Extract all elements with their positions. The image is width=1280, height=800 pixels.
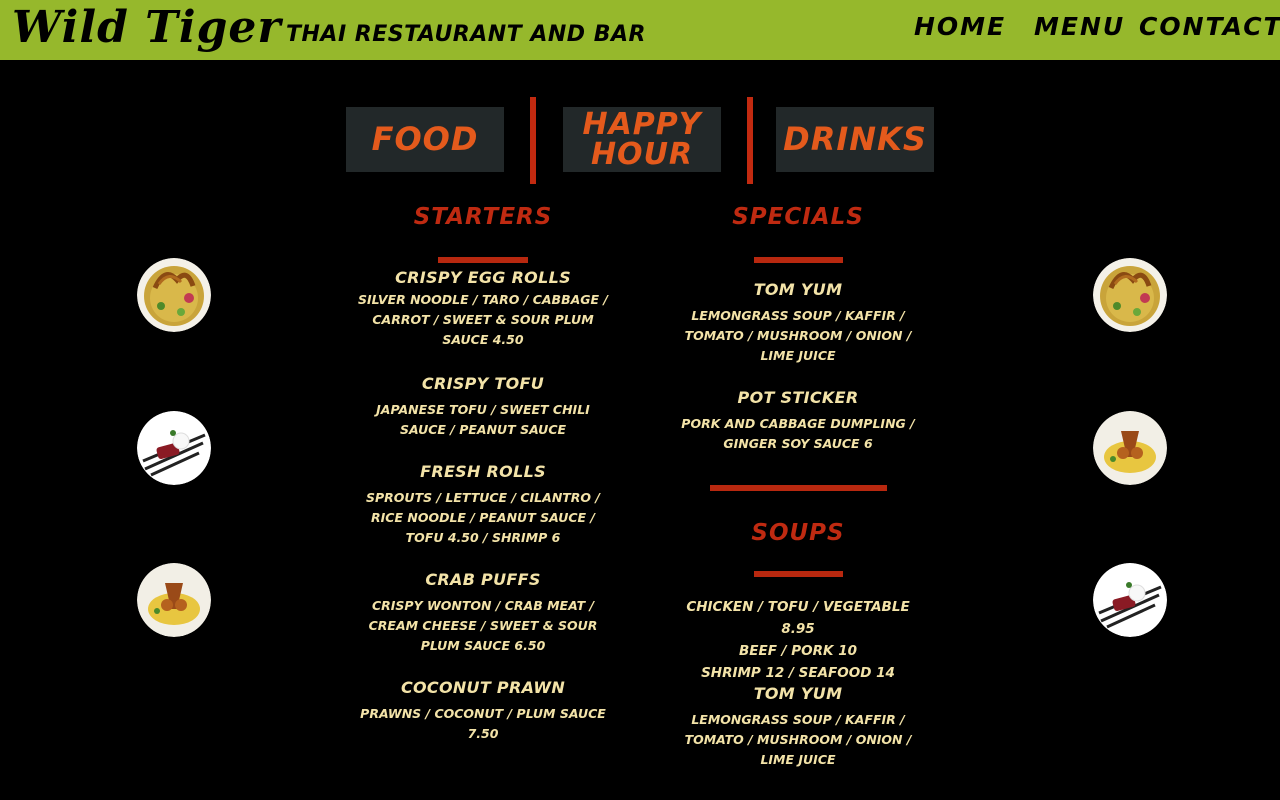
roast-duck-curry-icon [1093, 411, 1167, 485]
menu-item-name: CRAB PUFFS [425, 570, 541, 589]
roast-duck-curry-icon [137, 563, 211, 637]
menu-item: CRISPY TOFU JAPANESE TOFU / SWEET CHILI … [352, 374, 614, 440]
dessert-plate-icon [137, 411, 211, 485]
menu-item-desc: SPROUTS / LETTUCE / CILANTRO / RICE NOOD… [366, 490, 600, 545]
menu-item: CRAB PUFFS CRISPY WONTON / CRAB MEAT / C… [352, 570, 614, 656]
soup-price-line: CHICKEN / TOFU / VEGETABLE 8.95 [686, 599, 910, 637]
tab-food[interactable]: FOOD [346, 107, 504, 172]
soup-price-line: BEEF / PORK 10 [739, 643, 857, 659]
menu-item: TOM YUM LEMONGRASS SOUP / KAFFIR / TOMAT… [670, 684, 926, 770]
tab-divider [747, 97, 753, 184]
nav-link-menu[interactable]: MENU [1034, 12, 1125, 41]
menu-item: TOM YUM LEMONGRASS SOUP / KAFFIR / TOMAT… [670, 280, 926, 366]
section-rule [438, 257, 528, 263]
menu-item-desc: SILVER NOODLE / TARO / CABBAGE / CARROT … [358, 292, 608, 347]
section-title-starters: STARTERS [413, 204, 553, 230]
soup-prices: CHICKEN / TOFU / VEGETABLE 8.95 BEEF / P… [670, 596, 926, 684]
tab-divider [530, 97, 536, 184]
menu-item-name: CRISPY EGG ROLLS [395, 268, 571, 287]
tab-happy-hour[interactable]: HAPPY HOUR [563, 107, 721, 172]
menu-item-name: POT STICKER [737, 388, 859, 407]
menu-item-desc: JAPANESE TOFU / SWEET CHILI SAUCE / PEAN… [376, 402, 590, 437]
menu-item-desc: PRAWNS / COCONUT / PLUM SAUCE 7.50 [360, 706, 606, 741]
menu-item-desc: LEMONGRASS SOUP / KAFFIR / TOMATO / MUSH… [684, 308, 912, 363]
menu-item: COCONUT PRAWN PRAWNS / COCONUT / PLUM SA… [352, 678, 614, 744]
menu-item-name: TOM YUM [753, 280, 843, 299]
section-title-soups: SOUPS [751, 520, 845, 546]
site-tagline: THAI RESTAURANT AND BAR [286, 22, 646, 47]
section-rule [754, 571, 843, 577]
section-divider [710, 485, 887, 491]
menu-item-desc: PORK AND CABBAGE DUMPLING / GINGER SOY S… [681, 416, 915, 451]
noodle-soup-bowl-icon [1093, 258, 1167, 332]
menu-item-name: COCONUT PRAWN [400, 678, 566, 697]
tab-happy-hour-line1: HAPPY [582, 107, 702, 142]
menu-item-name: FRESH ROLLS [420, 462, 546, 481]
section-title-specials: SPECIALS [732, 204, 864, 230]
section-rule [754, 257, 843, 263]
menu-item: POT STICKER PORK AND CABBAGE DUMPLING / … [670, 388, 926, 454]
menu-item-name: CRISPY TOFU [421, 374, 545, 393]
menu-item-name: TOM YUM [753, 684, 843, 703]
noodle-soup-bowl-icon [137, 258, 211, 332]
tab-drinks[interactable]: DRINKS [776, 107, 934, 172]
menu-item: CRISPY EGG ROLLS SILVER NOODLE / TARO / … [352, 268, 614, 350]
menu-item: FRESH ROLLS SPROUTS / LETTUCE / CILANTRO… [352, 462, 614, 548]
nav-link-home[interactable]: HOME [914, 12, 1006, 41]
tab-happy-hour-line2: HOUR [590, 137, 694, 172]
dessert-plate-icon [1093, 563, 1167, 637]
site-header: Wild Tiger THAI RESTAURANT AND BAR HOME … [0, 0, 1280, 60]
menu-item-desc: CRISPY WONTON / CRAB MEAT / CREAM CHEESE… [368, 598, 598, 653]
menu-item-desc: LEMONGRASS SOUP / KAFFIR / TOMATO / MUSH… [684, 712, 912, 767]
site-logo[interactable]: Wild Tiger [12, 2, 282, 54]
soup-price-line: SHRIMP 12 / SEAFOOD 14 [701, 665, 895, 681]
nav-link-contact[interactable]: CONTACT [1139, 12, 1280, 41]
